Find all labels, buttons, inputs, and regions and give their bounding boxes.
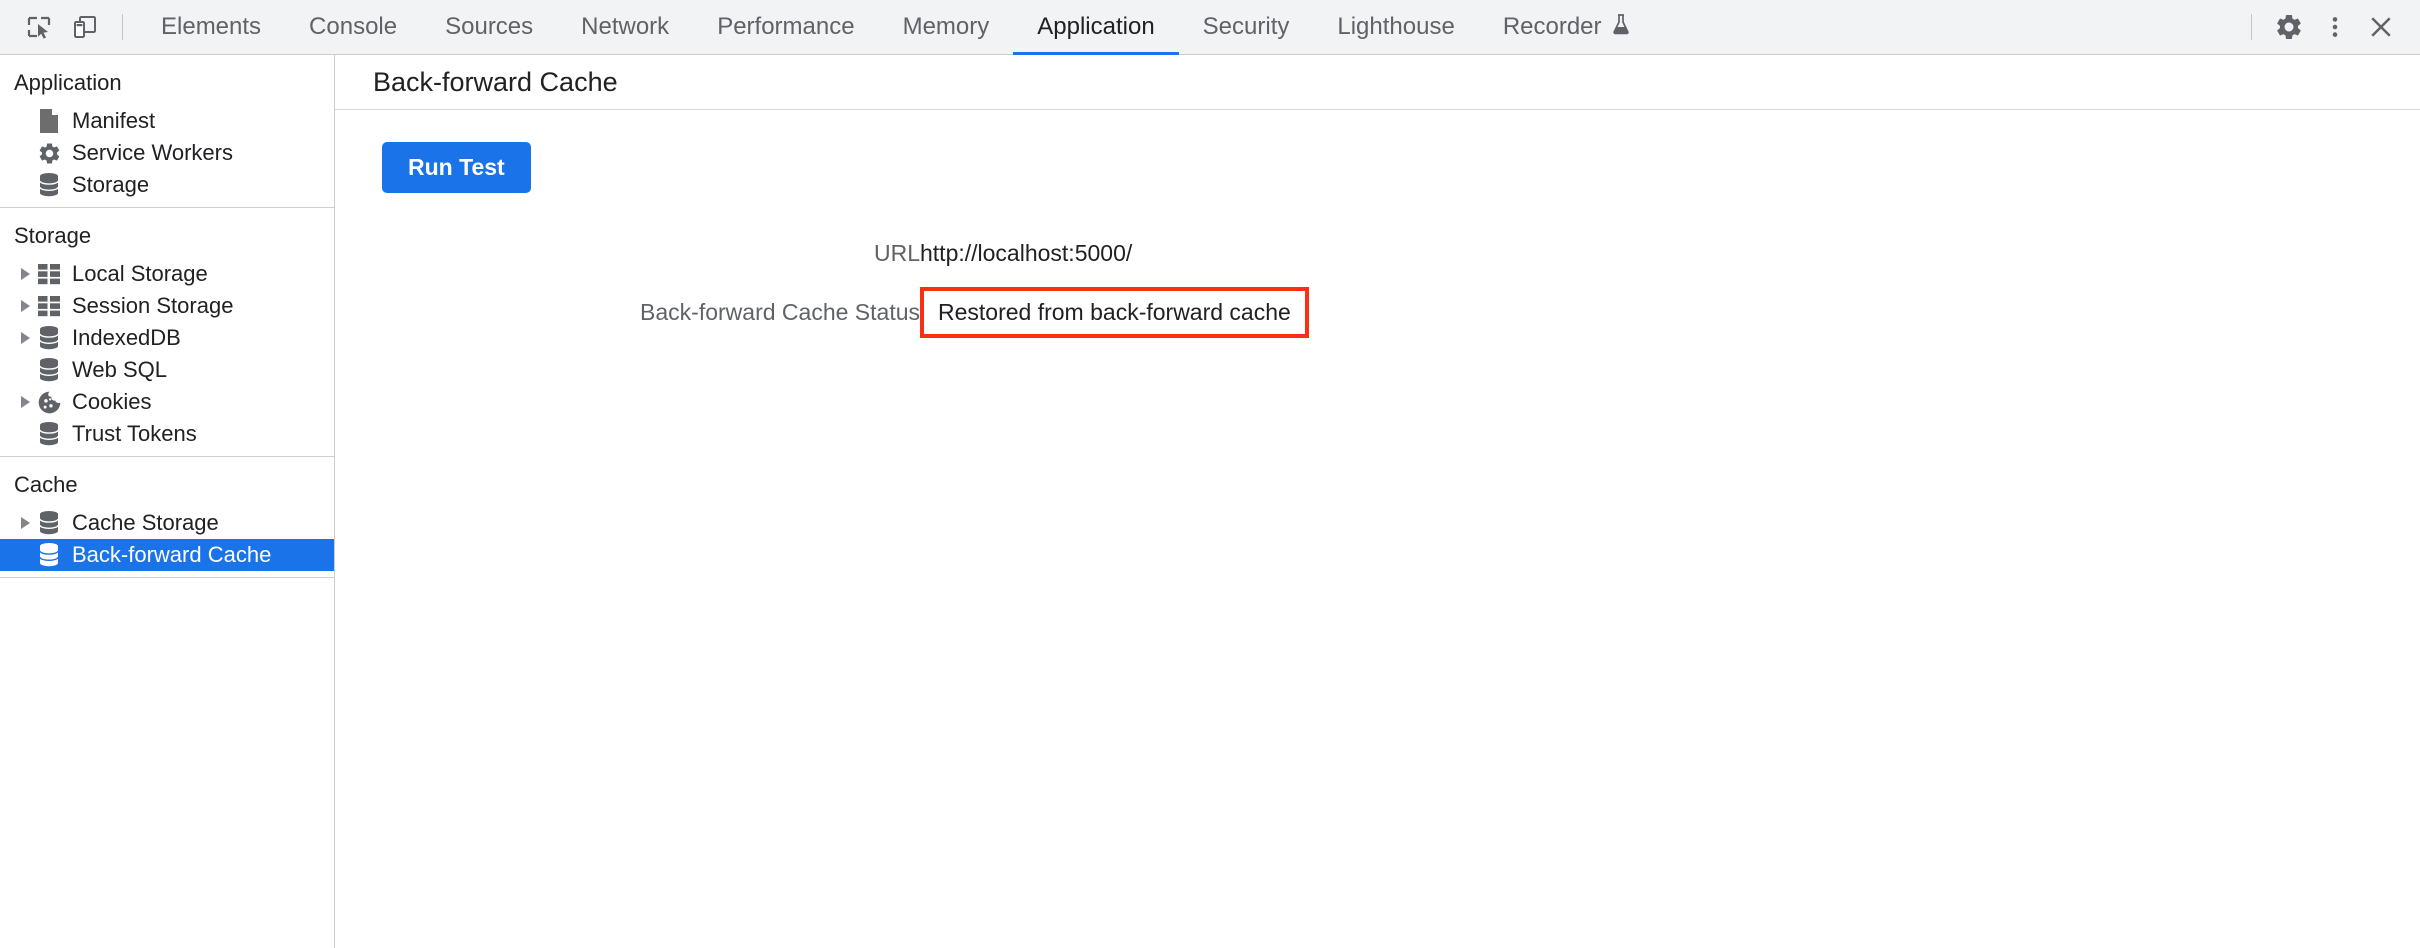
sidebar-item-back-forward-cache[interactable]: Back-forward Cache xyxy=(0,539,334,571)
sidebar-item-label: Storage xyxy=(72,172,150,197)
sidebar-item-cache-storage[interactable]: Cache Storage xyxy=(0,507,334,539)
page-title: Back-forward Cache xyxy=(335,55,2420,110)
tab-recorder[interactable]: Recorder xyxy=(1479,0,1655,55)
cookie-icon xyxy=(36,390,62,415)
database-icon xyxy=(36,421,62,447)
sidebar-item-storage[interactable]: Storage xyxy=(0,169,334,201)
sidebar-section-title: Application xyxy=(14,70,122,95)
devtools-toolbar: Elements Console Sources Network Perform… xyxy=(0,0,2420,55)
database-icon xyxy=(36,357,62,383)
tab-security[interactable]: Security xyxy=(1179,0,1314,55)
sidebar-section-title: Cache xyxy=(14,472,78,497)
sidebar-item-web-sql[interactable]: Web SQL xyxy=(0,354,334,386)
database-icon xyxy=(36,172,62,198)
sidebar-item-cookies[interactable]: Cookies xyxy=(0,386,334,418)
tab-label: Memory xyxy=(902,13,990,40)
gear-icon xyxy=(36,141,62,166)
bfcache-panel: Back-forward Cache Run Test URL http://l… xyxy=(335,55,2420,948)
bfcache-status-label: Back-forward Cache Status xyxy=(640,298,920,325)
tab-label: Elements xyxy=(161,13,262,40)
sidebar-item-label: Trust Tokens xyxy=(72,421,197,446)
url-label: URL xyxy=(873,239,920,266)
experiment-flask-icon xyxy=(1611,13,1631,42)
sidebar-item-label: Web SQL xyxy=(72,357,167,382)
table-row: Back-forward Cache Status Restored from … xyxy=(335,281,1309,343)
close-devtools-icon[interactable] xyxy=(2358,5,2404,49)
sidebar-item-label: Service Workers xyxy=(72,140,233,165)
tab-application[interactable]: Application xyxy=(1013,0,1180,55)
sidebar-item-local-storage[interactable]: Local Storage xyxy=(0,258,334,290)
table-grid-icon xyxy=(36,263,62,285)
sidebar-section-cache: Cache Cache Storage Back-forward Cache xyxy=(0,457,334,578)
chevron-right-icon[interactable] xyxy=(14,517,36,529)
chevron-right-icon[interactable] xyxy=(14,300,36,312)
tab-label: Console xyxy=(309,13,398,40)
bfcache-report-table: URL http://localhost:5000/ Back-forward … xyxy=(335,225,1309,343)
table-grid-icon xyxy=(36,295,62,317)
tab-label: Lighthouse xyxy=(1337,13,1455,40)
tab-console[interactable]: Console xyxy=(285,0,421,55)
database-icon xyxy=(36,542,62,568)
sidebar-section-application: Application Manifest Service Workers Sto… xyxy=(0,55,334,208)
sidebar-item-service-workers[interactable]: Service Workers xyxy=(0,137,334,169)
tab-network[interactable]: Network xyxy=(557,0,693,55)
inspect-element-icon[interactable] xyxy=(16,5,62,49)
sidebar-item-label: Session Storage xyxy=(72,293,234,318)
toolbar-divider xyxy=(122,14,123,40)
status-badge: Restored from back-forward cache xyxy=(920,286,1309,338)
url-value: http://localhost:5000/ xyxy=(920,239,1133,266)
tab-lighthouse[interactable]: Lighthouse xyxy=(1313,0,1478,55)
sidebar-item-session-storage[interactable]: Session Storage xyxy=(0,290,334,322)
sidebar-item-indexeddb[interactable]: IndexedDB xyxy=(0,322,334,354)
settings-gear-icon[interactable] xyxy=(2266,5,2312,49)
chevron-right-icon[interactable] xyxy=(14,268,36,280)
sidebar-item-trust-tokens[interactable]: Trust Tokens xyxy=(0,418,334,450)
tab-label: Performance xyxy=(717,13,855,40)
tab-label: Network xyxy=(581,13,670,40)
sidebar-item-label: IndexedDB xyxy=(72,325,181,350)
chevron-right-icon[interactable] xyxy=(14,396,36,408)
tab-label: Application xyxy=(1037,13,1155,40)
bfcache-content: Run Test URL http://localhost:5000/ Back… xyxy=(335,110,2420,948)
tab-memory[interactable]: Memory xyxy=(879,0,1014,55)
table-row: URL http://localhost:5000/ xyxy=(335,225,1309,281)
sidebar-item-label: Local Storage xyxy=(72,261,208,286)
tab-label: Recorder xyxy=(1502,13,1602,40)
database-icon xyxy=(36,325,62,351)
manifest-document-icon xyxy=(36,108,62,134)
sidebar-section-title: Storage xyxy=(14,223,92,248)
sidebar-item-label: Manifest xyxy=(72,108,156,133)
bfcache-status-cell: Restored from back-forward cache xyxy=(920,281,1309,343)
tab-label: Security xyxy=(1202,13,1290,40)
tab-label: Sources xyxy=(445,13,534,40)
database-icon xyxy=(36,510,62,536)
run-test-button[interactable]: Run Test xyxy=(382,142,531,193)
more-options-icon[interactable] xyxy=(2312,5,2358,49)
tab-sources[interactable]: Sources xyxy=(421,0,557,55)
devtools-body: Application Manifest Service Workers Sto… xyxy=(0,55,2420,948)
tab-elements[interactable]: Elements xyxy=(137,0,285,55)
toolbar-divider-right xyxy=(2251,14,2252,40)
application-sidebar: Application Manifest Service Workers Sto… xyxy=(0,55,335,948)
sidebar-item-label: Cache Storage xyxy=(72,510,219,535)
toolbar-actions xyxy=(2237,5,2420,49)
tab-performance[interactable]: Performance xyxy=(693,0,878,55)
chevron-right-icon[interactable] xyxy=(14,332,36,344)
sidebar-item-label: Cookies xyxy=(72,389,152,414)
sidebar-item-manifest[interactable]: Manifest xyxy=(0,105,334,137)
sidebar-item-label: Back-forward Cache xyxy=(72,542,272,567)
panel-tab-strip: Elements Console Sources Network Perform… xyxy=(137,0,1655,55)
sidebar-section-storage: Storage Local Storage Session Storage In… xyxy=(0,208,334,457)
device-toolbar-icon[interactable] xyxy=(62,5,108,49)
